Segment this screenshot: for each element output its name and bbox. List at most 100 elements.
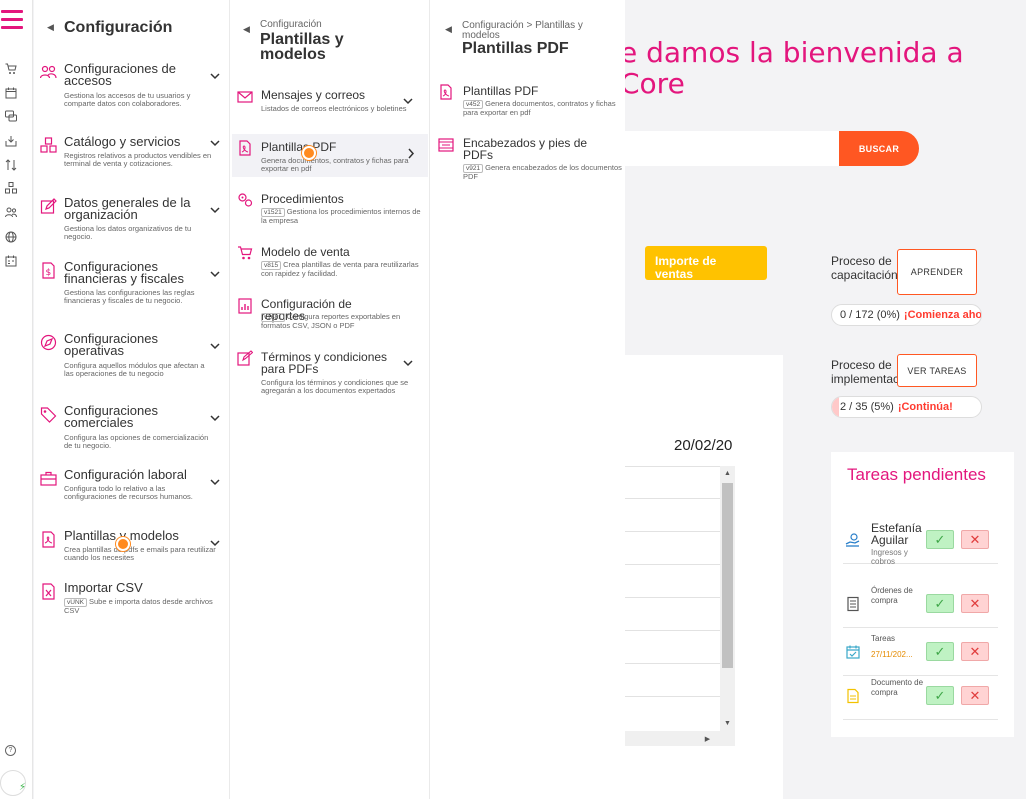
task-item[interactable]: Estefanía Aguilar Ingresos y cobros ✓ ✕ bbox=[843, 518, 998, 566]
menu-item-desc: v921 Genera encabezados de los documentos… bbox=[463, 163, 622, 181]
scroll-up-icon[interactable]: ▲ bbox=[720, 466, 735, 481]
menu-item-desc: Gestiona las configuraciones las reglas … bbox=[64, 288, 195, 305]
task-item[interactable]: Órdenes de compra ✓ ✕ bbox=[843, 582, 998, 628]
signature-icon bbox=[237, 350, 253, 366]
boxes-icon[interactable] bbox=[5, 182, 17, 194]
learn-button[interactable]: APRENDER bbox=[897, 249, 977, 295]
chevron-down-icon bbox=[210, 207, 220, 214]
search-input[interactable] bbox=[620, 131, 842, 166]
training-progress[interactable]: 0 / 172 (0%) ¡Comienza ahora! bbox=[831, 304, 982, 326]
task-reject-button[interactable]: ✕ bbox=[961, 530, 989, 549]
back-arrow-icon[interactable]: ◀ bbox=[445, 24, 452, 35]
menu-item-desc: Configura los términos y condiciones que… bbox=[261, 378, 409, 395]
chevron-down-icon bbox=[210, 140, 220, 147]
task-approve-button[interactable]: ✓ bbox=[926, 686, 954, 705]
task-reject-button[interactable]: ✕ bbox=[961, 594, 989, 613]
task-item[interactable]: Documento de compra ✓ ✕ bbox=[843, 674, 998, 720]
menu-item-desc: Genera documentos, contratos y fichas pa… bbox=[261, 156, 409, 173]
cart-icon bbox=[238, 246, 253, 260]
menu-item-mensajes-correos[interactable]: Mensajes y correos Listados de correos e… bbox=[232, 87, 428, 127]
chat-icon[interactable] bbox=[5, 110, 17, 122]
task-approve-button[interactable]: ✓ bbox=[926, 530, 954, 549]
users-icon[interactable] bbox=[5, 206, 17, 218]
menu-item-label: Encabezados y pies de PDFs bbox=[463, 136, 588, 162]
sales-card-label: Importe de ventas bbox=[655, 254, 717, 281]
menu-column-configuracion: ◀ Configuración Configuraciones de acces… bbox=[34, 0, 229, 799]
sales-card[interactable]: Importe de ventas bbox=[645, 246, 767, 280]
vertical-scrollbar[interactable]: ▲ ▼ bbox=[720, 466, 735, 731]
task-name: Documento de compra bbox=[871, 678, 924, 697]
search-button[interactable]: BUSCAR bbox=[839, 131, 919, 166]
download-icon[interactable] bbox=[5, 135, 17, 147]
scroll-down-icon[interactable]: ▼ bbox=[720, 716, 735, 731]
task-sub: 27/11/202... bbox=[871, 650, 913, 659]
scroll-thumb[interactable] bbox=[722, 483, 733, 668]
menu-item-label: Configuraciones financieras y fiscales bbox=[64, 259, 184, 286]
scroll-right-icon[interactable]: ▶ bbox=[700, 731, 715, 746]
calendar-icon[interactable] bbox=[5, 87, 17, 99]
menu-item-label: Importar CSV bbox=[64, 580, 143, 595]
menu-item-plantillas-pdf[interactable]: Plantillas PDF Genera documentos, contra… bbox=[232, 134, 428, 177]
task-name: Estefanía Aguilar bbox=[871, 521, 922, 547]
compass-icon bbox=[40, 334, 57, 351]
briefcase-icon bbox=[40, 471, 57, 486]
cursor-indicator bbox=[116, 537, 130, 551]
menu-item-label: Plantillas PDF bbox=[463, 84, 539, 98]
back-arrow-icon[interactable]: ◀ bbox=[47, 22, 54, 33]
menu-item-encabezados-pies[interactable]: Encabezados y pies de PDFs v921 Genera en… bbox=[436, 136, 624, 186]
file-yellow-icon bbox=[847, 688, 859, 704]
menu-item-modelo-venta[interactable]: Modelo de venta v815 Crea plantillas de v… bbox=[232, 244, 428, 284]
welcome-heading: e damos la bienvenida a bbox=[620, 36, 964, 69]
excel-file-icon bbox=[42, 583, 55, 600]
chevron-down-icon bbox=[210, 271, 220, 278]
svg-text:$: $ bbox=[46, 268, 52, 278]
task-item[interactable]: Tareas 27/11/202... ✓ ✕ bbox=[843, 630, 998, 676]
training-cta[interactable]: ¡Comienza ahora! bbox=[904, 309, 981, 321]
icon-rail: ? ⚡ bbox=[0, 0, 33, 799]
gears-icon bbox=[238, 193, 253, 207]
breadcrumb[interactable]: Configuración > Plantillas y modelos bbox=[462, 21, 612, 41]
task-approve-button[interactable]: ✓ bbox=[926, 594, 954, 613]
pending-tasks-title: Tareas pendientes bbox=[847, 465, 986, 484]
menu-item-configuracion-reportes[interactable]: Configuración de reportes v1681 Configura… bbox=[232, 296, 428, 336]
sort-icon[interactable] bbox=[5, 159, 17, 171]
header-footer-icon bbox=[438, 138, 454, 152]
pdf-file-icon bbox=[42, 531, 55, 548]
implementation-cta[interactable]: ¡Continúa! bbox=[898, 401, 953, 413]
menu-item-desc: v452 Genera documentos, contratos y ficha… bbox=[463, 99, 616, 117]
bolt-icon: ⚡ bbox=[19, 782, 27, 793]
calendar-alt-icon[interactable] bbox=[5, 255, 17, 267]
edit-icon bbox=[40, 198, 57, 214]
breadcrumb[interactable]: Configuración bbox=[260, 20, 322, 30]
menu-item-terminos-condiciones[interactable]: Términos y condiciones para PDFs Configu… bbox=[232, 349, 428, 409]
pdf-file-icon bbox=[239, 140, 251, 156]
menu-item-desc: v1521 Gestiona los procedimientos interno… bbox=[261, 207, 421, 225]
menu-item-plantillas-pdf-list[interactable]: Plantillas PDF v452 Genera documentos, co… bbox=[436, 84, 624, 124]
back-arrow-icon[interactable]: ◀ bbox=[243, 24, 250, 35]
menu-item-label: Datos generales de la organización bbox=[64, 195, 191, 222]
calendar-check-icon bbox=[846, 645, 860, 659]
menu-item-label: Configuraciones operativas bbox=[64, 331, 158, 358]
welcome-heading-brand: Core bbox=[620, 67, 685, 100]
task-reject-button[interactable]: ✕ bbox=[961, 642, 989, 661]
menu-item-label: Modelo de venta bbox=[261, 245, 350, 259]
pdf-file-icon bbox=[440, 84, 452, 100]
task-approve-button[interactable]: ✓ bbox=[926, 642, 954, 661]
menu-item-label: Términos y condiciones para PDFs bbox=[261, 350, 388, 376]
cart-icon[interactable] bbox=[5, 63, 17, 75]
horizontal-scrollbar[interactable]: ▶ bbox=[620, 731, 735, 746]
implementation-progress[interactable]: 2 / 35 (5%) ¡Continúa! bbox=[831, 396, 982, 418]
menu-item-procedimientos[interactable]: Procedimientos v1521 Gestiona los procedi… bbox=[232, 191, 428, 231]
mail-icon bbox=[237, 91, 253, 103]
hamburger-menu-icon[interactable] bbox=[1, 10, 23, 29]
help-icon[interactable]: ? bbox=[5, 745, 16, 756]
task-name: Órdenes de compra bbox=[871, 586, 913, 605]
view-tasks-button[interactable]: VER TAREAS bbox=[897, 354, 977, 387]
menu-title: Plantillas PDF bbox=[462, 40, 569, 57]
globe-icon[interactable] bbox=[5, 231, 17, 243]
implementation-progress-text: 2 / 35 (5%) bbox=[840, 401, 894, 413]
menu-item-desc: Crea plantillas de pdfs e emails para re… bbox=[64, 545, 216, 562]
date-label: 20/02/20 bbox=[674, 437, 733, 454]
menu-item-label: Configuración laboral bbox=[64, 467, 187, 482]
task-reject-button[interactable]: ✕ bbox=[961, 686, 989, 705]
